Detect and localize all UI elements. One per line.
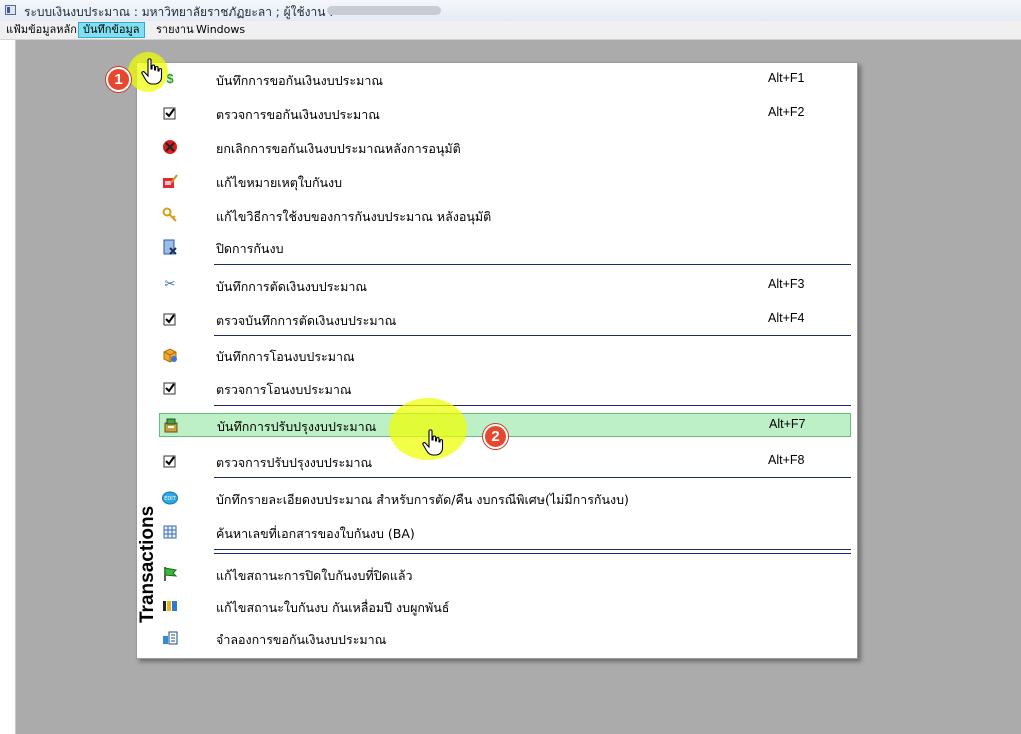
left-frame bbox=[0, 40, 16, 734]
grid-search-icon bbox=[162, 524, 178, 540]
menu-gutter: Transactions bbox=[137, 63, 158, 658]
key-icon bbox=[162, 207, 178, 223]
edit-note-icon bbox=[162, 173, 178, 189]
step-1-badge: 1 bbox=[106, 67, 131, 92]
title-bar: ระบบเงินงบประมาณ : มหาวิทยาลัยราชภัฏยะลา… bbox=[0, 0, 1021, 21]
step-2-badge: 2 bbox=[483, 424, 508, 449]
pointer-hand-icon bbox=[422, 429, 444, 456]
scissors-icon: ✂ bbox=[164, 277, 176, 292]
menu-windows[interactable]: Windows bbox=[192, 22, 249, 38]
menu-record-data[interactable]: บันทึกข้อมูล bbox=[78, 22, 145, 38]
menu-item-edit-reservation-status[interactable]: แก้ไขสถานะใบกันงบ กันเหลื่อมปี งบผูกพันธ… bbox=[158, 594, 853, 618]
menu-separator bbox=[214, 264, 851, 265]
pointer-hand-icon bbox=[141, 58, 163, 85]
menu-item-budget-transfer[interactable]: บันทึกการโอนงบประมาณ bbox=[158, 343, 853, 367]
close-document-icon bbox=[162, 239, 178, 255]
check-box-icon bbox=[162, 453, 178, 469]
menu-item-budget-reservation[interactable]: $ บันทึกการขอกันเงินงบประมาณ Alt+F1 bbox=[158, 67, 853, 91]
menu-separator bbox=[214, 549, 851, 550]
menu-item-check-adjustment[interactable]: ตรวจการปรับปรุงงบประมาณ Alt+F8 bbox=[158, 449, 853, 473]
menu-separator bbox=[214, 335, 851, 336]
flag-icon bbox=[162, 566, 178, 582]
check-box-icon bbox=[162, 311, 178, 327]
menu-separator bbox=[214, 477, 851, 478]
menu-item-check-reservation[interactable]: ตรวจการขอกันเงินงบประมาณ Alt+F2 bbox=[158, 101, 853, 125]
app-icon[interactable] bbox=[5, 5, 16, 15]
check-box-icon bbox=[162, 380, 178, 396]
box-transfer-icon bbox=[162, 347, 178, 363]
menu-item-cancel-reservation[interactable]: ยกเลิกการขอกันเงินงบประมาณหลังการอนุมัติ bbox=[158, 135, 853, 159]
menu-item-check-budget-cut[interactable]: ตรวจบันทึกการตัดเงินงบประมาณ Alt+F4 bbox=[158, 307, 853, 331]
menu-item-close-reservation[interactable]: ปิดการกันงบ bbox=[158, 235, 853, 259]
adjust-budget-icon bbox=[163, 417, 179, 433]
menu-item-budget-cut[interactable]: ✂ บันทึกการตัดเงินงบประมาณ Alt+F3 bbox=[158, 273, 853, 297]
menu-bar: แฟ้มข้อมูลหลัก บันทึกข้อมูล รายงาน Windo… bbox=[0, 21, 1021, 40]
window-title: ระบบเงินงบประมาณ : มหาวิทยาลัยราชภัฏยะลา… bbox=[24, 5, 334, 19]
edit-badge-icon: EDIT bbox=[162, 490, 178, 506]
svg-text:EDIT: EDIT bbox=[164, 496, 176, 502]
transactions-dropdown-menu: Transactions $ บันทึกการขอกันเงินงบประมา… bbox=[136, 62, 858, 659]
menu-item-edit-method[interactable]: แก้ไขวิธีการใช้งบของการกันงบประมาณ หลังอ… bbox=[158, 203, 853, 227]
menu-separator bbox=[214, 405, 851, 406]
menu-item-check-transfer[interactable]: ตรวจการโอนงบประมาณ bbox=[158, 376, 853, 400]
status-icon bbox=[162, 598, 178, 614]
menu-separator bbox=[214, 553, 851, 554]
menu-master-data[interactable]: แฟ้มข้อมูลหลัก bbox=[2, 22, 81, 38]
menu-item-simulate-reservation[interactable]: จำลองการขอกันเงินงบประมาณ bbox=[158, 626, 853, 650]
menu-item-edit-note[interactable]: แก้ไขหมายเหตุใบกันงบ bbox=[158, 169, 853, 193]
cancel-icon bbox=[162, 139, 178, 155]
redacted-user-name bbox=[327, 6, 441, 15]
menu-item-edit-closed-status[interactable]: แก้ไขสถานะการปิดใบกันงบที่ปิดแล้ว bbox=[158, 562, 853, 586]
check-box-icon bbox=[162, 105, 178, 121]
menu-item-search-ba-number[interactable]: ค้นหาเลขที่เอกสารของใบกันงบ (BA) bbox=[158, 520, 853, 544]
menu-item-special-budget-detail[interactable]: EDIT บักทึกรายละเอียดงบประมาณ สำหรับการต… bbox=[158, 486, 853, 510]
menu-report[interactable]: รายงาน bbox=[152, 22, 198, 38]
simulate-icon bbox=[162, 630, 178, 646]
